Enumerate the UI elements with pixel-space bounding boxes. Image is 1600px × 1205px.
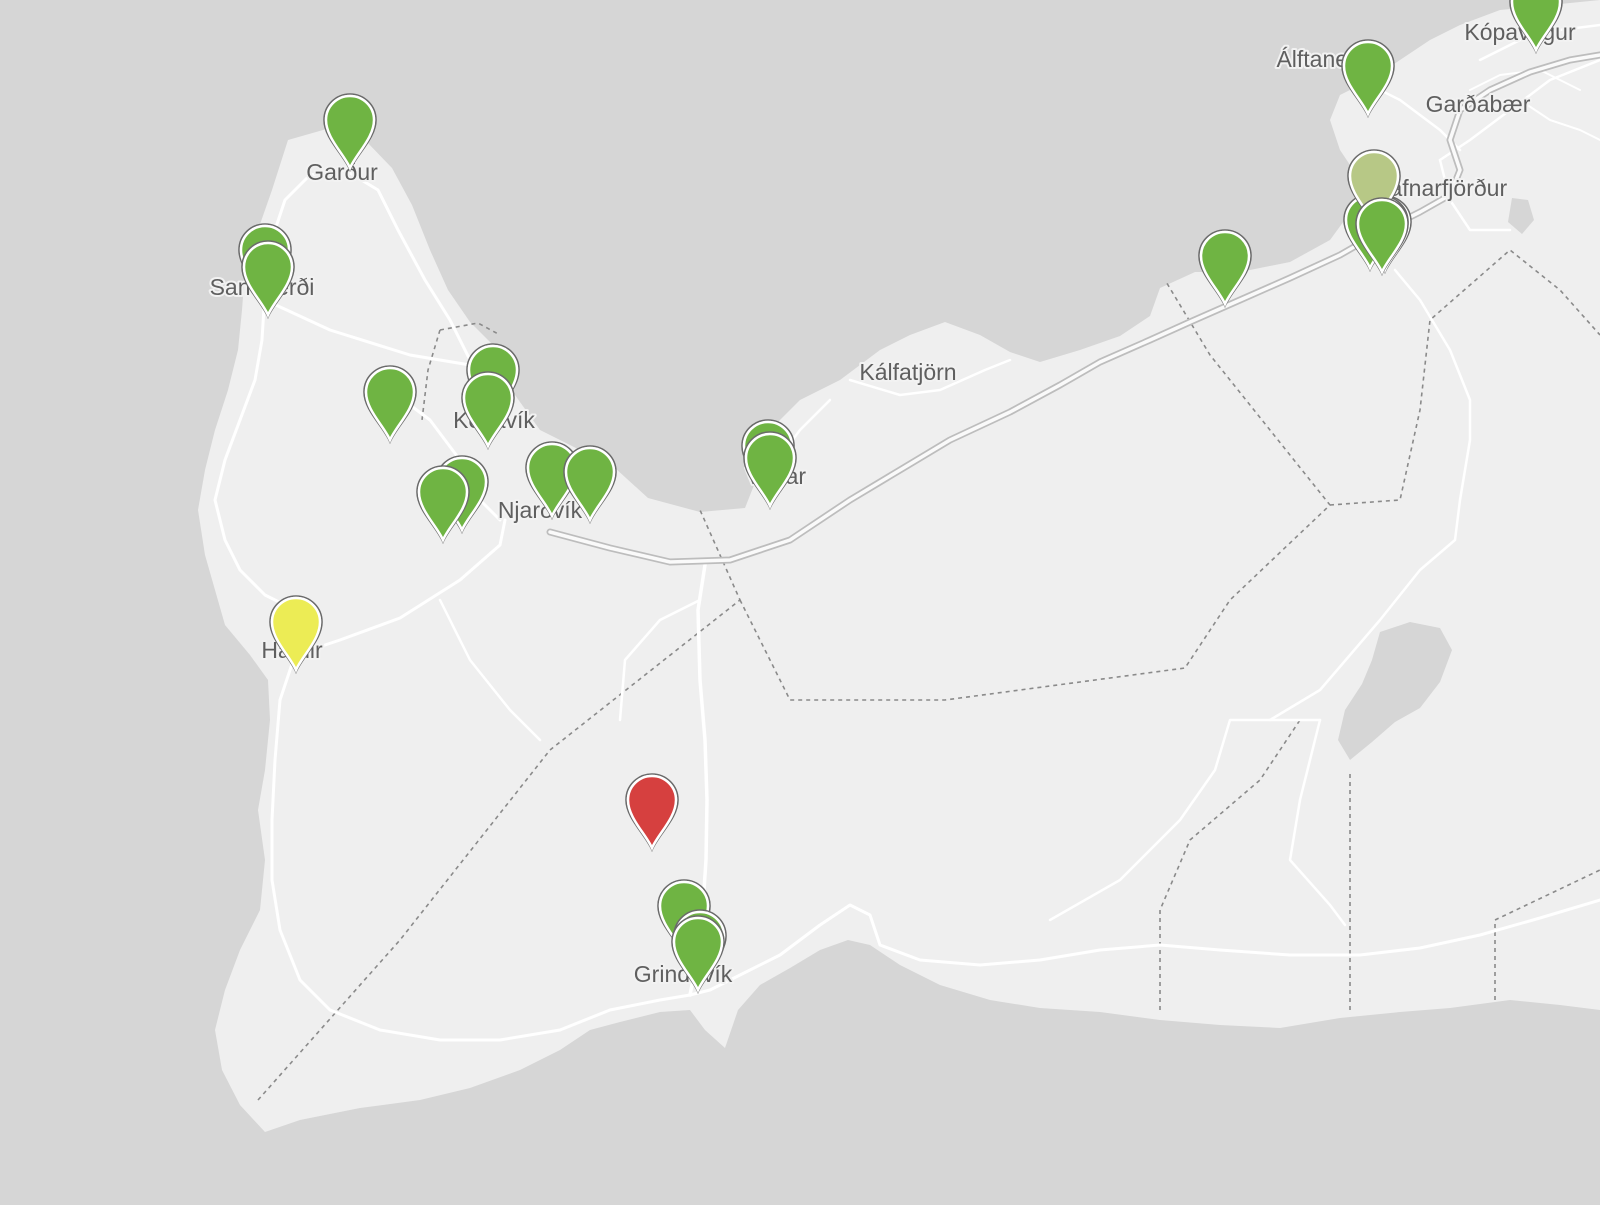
map-canvas[interactable]: GarðurSandgerðiKeflavíkNjarðvíkVogarKálf… — [0, 0, 1600, 1200]
place-label-gardabaer: Garðabær — [1426, 91, 1531, 117]
place-label-njardvik: Njarðvík — [498, 497, 583, 523]
place-label-gardur: Garður — [306, 159, 378, 185]
map-view[interactable]: GarðurSandgerðiKeflavíkNjarðvíkVogarKálf… — [0, 0, 1600, 1200]
place-label-kalfatjorn: Kálfatjörn — [859, 359, 956, 385]
